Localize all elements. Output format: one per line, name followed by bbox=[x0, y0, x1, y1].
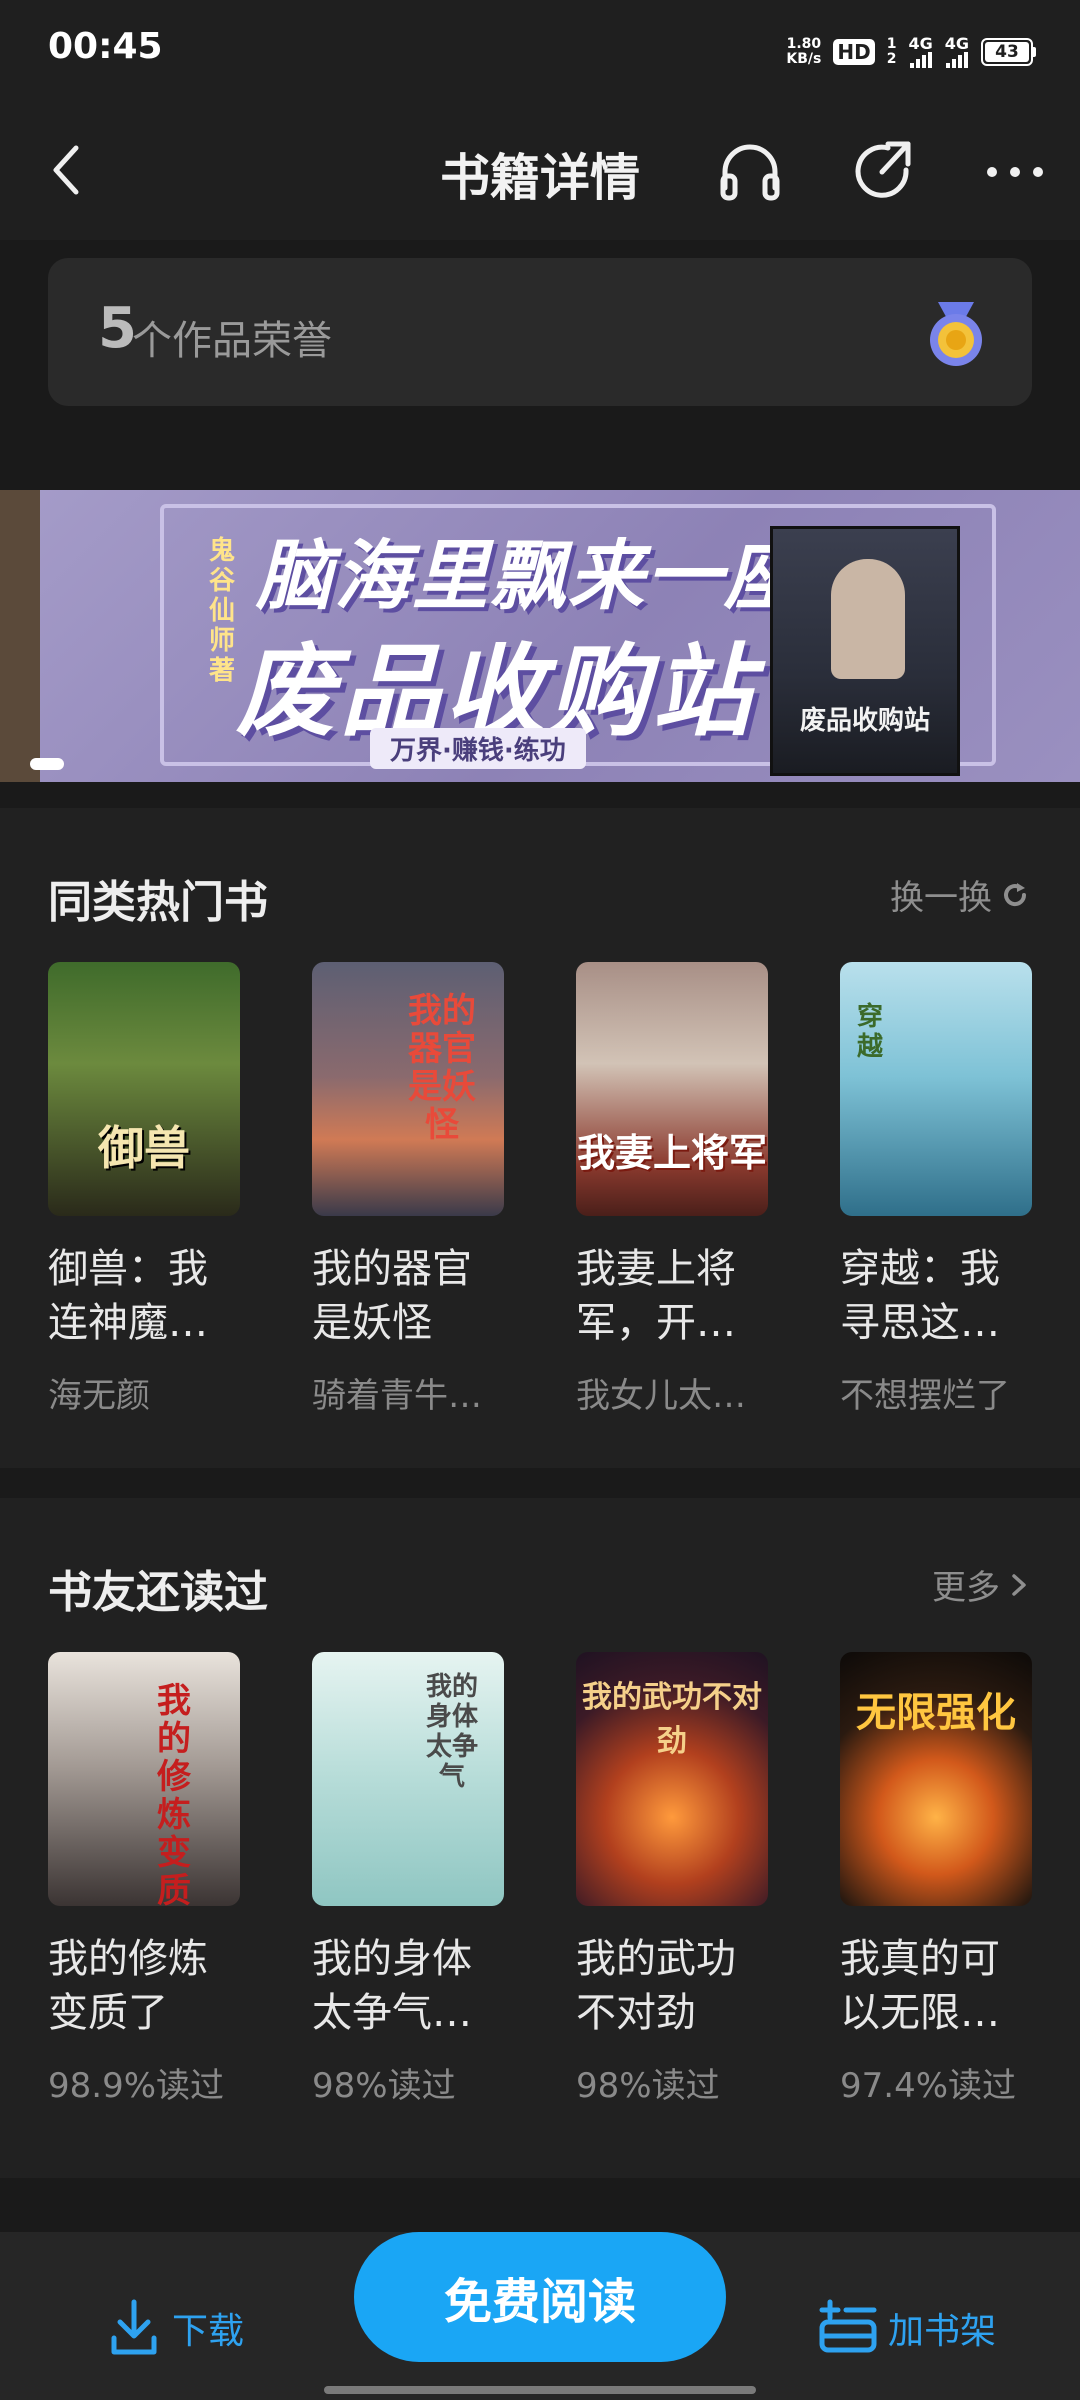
book-cover: 我的武功不对劲 bbox=[576, 1652, 768, 1906]
status-icons: 1.80 KB/s HD 1 2 4G 4G 43 bbox=[786, 34, 1036, 70]
top-nav-bar: 书籍详情 bbox=[0, 100, 1080, 240]
book-author: 不想摆烂了 bbox=[840, 1376, 1010, 1416]
signal-icon: 4G bbox=[945, 36, 969, 68]
free-read-button[interactable]: 免费阅读 bbox=[354, 2232, 726, 2362]
book-title: 我的器官是妖怪 bbox=[312, 1246, 472, 1346]
section-title: 同类热门书 bbox=[48, 877, 268, 928]
book-card[interactable]: 无限强化 我真的可以无限… 97.4%读过 bbox=[840, 1652, 1032, 2107]
carousel-indicator bbox=[30, 758, 64, 770]
book-title: 我妻上将军，开… bbox=[576, 1246, 736, 1346]
book-read-rate: 98%读过 bbox=[576, 2066, 720, 2106]
home-indicator[interactable] bbox=[324, 2386, 756, 2394]
book-read-rate: 98%读过 bbox=[312, 2066, 456, 2106]
book-title: 我真的可以无限… bbox=[840, 1936, 1000, 2036]
book-cover: 我的身体太争气 bbox=[312, 1652, 504, 1906]
download-icon bbox=[111, 2299, 157, 2355]
book-card[interactable]: 我的修炼变质了 我的修炼变质了 98.9%读过 bbox=[48, 1652, 240, 2107]
honor-card[interactable]: 5 个作品荣誉 bbox=[48, 258, 1032, 406]
book-title: 穿越：我寻思这… bbox=[840, 1246, 1000, 1346]
banner-tagline: 万界·赚钱·练功 bbox=[370, 728, 586, 769]
refresh-button[interactable]: 换一换 bbox=[890, 870, 1030, 919]
book-read-rate: 98.9%读过 bbox=[48, 2066, 225, 2106]
book-cover: 御兽 bbox=[48, 962, 240, 1216]
medal-icon bbox=[930, 302, 982, 366]
book-title: 我的身体太争气… bbox=[312, 1936, 472, 2036]
book-author: 我女儿太… bbox=[576, 1376, 746, 1416]
book-detail-content: 5 个作品荣誉 鬼谷仙师著 脑海里飘来一座 废品收购站 万界·赚钱·练功 废品收… bbox=[0, 240, 1080, 2240]
add-to-shelf-button[interactable]: 加书架 bbox=[818, 2298, 996, 2358]
also-read-section: 书友还读过 更多 我的修炼变质了 我的修炼变质了 98.9%读过 我的身体太争气… bbox=[0, 1498, 1080, 2178]
promo-banner[interactable]: 鬼谷仙师著 脑海里飘来一座 废品收购站 万界·赚钱·练功 废品收购站 bbox=[0, 490, 1080, 782]
banner-headline-1: 脑海里飘来一座 bbox=[256, 531, 802, 620]
share-icon[interactable] bbox=[848, 136, 918, 206]
signal-icon: 4G bbox=[908, 36, 933, 68]
chevron-right-icon bbox=[1012, 1573, 1026, 1596]
download-button[interactable]: 下载 bbox=[108, 2298, 244, 2358]
book-cover: 我的器官是妖怪 bbox=[312, 962, 504, 1216]
book-cover: 我妻上将军 bbox=[576, 962, 768, 1216]
book-cover: 穿越 bbox=[840, 962, 1032, 1216]
book-card[interactable]: 御兽 御兽：我连神魔… 海无颜 bbox=[48, 962, 240, 1417]
book-title: 御兽：我连神魔… bbox=[48, 1246, 208, 1346]
more-icon[interactable] bbox=[980, 136, 1050, 206]
refresh-icon bbox=[1004, 882, 1027, 906]
book-card[interactable]: 穿越 穿越：我寻思这… 不想摆烂了 bbox=[840, 962, 1032, 1417]
book-card[interactable]: 我的身体太争气 我的身体太争气… 98%读过 bbox=[312, 1652, 504, 2107]
add-bookshelf-icon bbox=[819, 2299, 877, 2353]
hd-voice-badge: HD bbox=[833, 39, 875, 65]
honor-label: 个作品荣誉 bbox=[132, 318, 332, 364]
headphones-icon[interactable] bbox=[715, 136, 785, 206]
book-title: 我的修炼变质了 bbox=[48, 1936, 208, 2036]
page-title: 书籍详情 bbox=[440, 149, 640, 207]
book-card[interactable]: 我妻上将军 我妻上将军，开… 我女儿太… bbox=[576, 962, 768, 1417]
book-read-rate: 97.4%读过 bbox=[840, 2066, 1017, 2106]
battery-icon: 43 bbox=[981, 38, 1036, 66]
status-time: 00:45 bbox=[48, 26, 163, 67]
book-card[interactable]: 我的器官是妖怪 我的器官是妖怪 骑着青牛… bbox=[312, 962, 504, 1417]
book-title: 我的武功不对劲 bbox=[576, 1936, 736, 2036]
network-speed: 1.80 KB/s bbox=[786, 36, 822, 67]
similar-books-section: 同类热门书 换一换 御兽 御兽：我连神魔… 海无颜 我的器官是妖怪 我的器官是妖… bbox=[0, 808, 1080, 1468]
book-author: 海无颜 bbox=[48, 1376, 150, 1416]
sim-indicator: 1 2 bbox=[886, 36, 897, 67]
banner-book-cover: 废品收购站 bbox=[770, 526, 960, 776]
book-card[interactable]: 我的武功不对劲 我的武功不对劲 98%读过 bbox=[576, 1652, 768, 2107]
more-button[interactable]: 更多 bbox=[932, 1560, 1030, 1609]
book-cover: 无限强化 bbox=[840, 1652, 1032, 1906]
book-cover: 我的修炼变质了 bbox=[48, 1652, 240, 1906]
section-title: 书友还读过 bbox=[48, 1567, 268, 1618]
status-bar: 00:45 1.80 KB/s HD 1 2 4G 4G 43 bbox=[0, 0, 1080, 100]
book-author: 骑着青牛… bbox=[312, 1376, 482, 1416]
bottom-action-bar: 下载 免费阅读 加书架 bbox=[0, 2232, 1080, 2400]
